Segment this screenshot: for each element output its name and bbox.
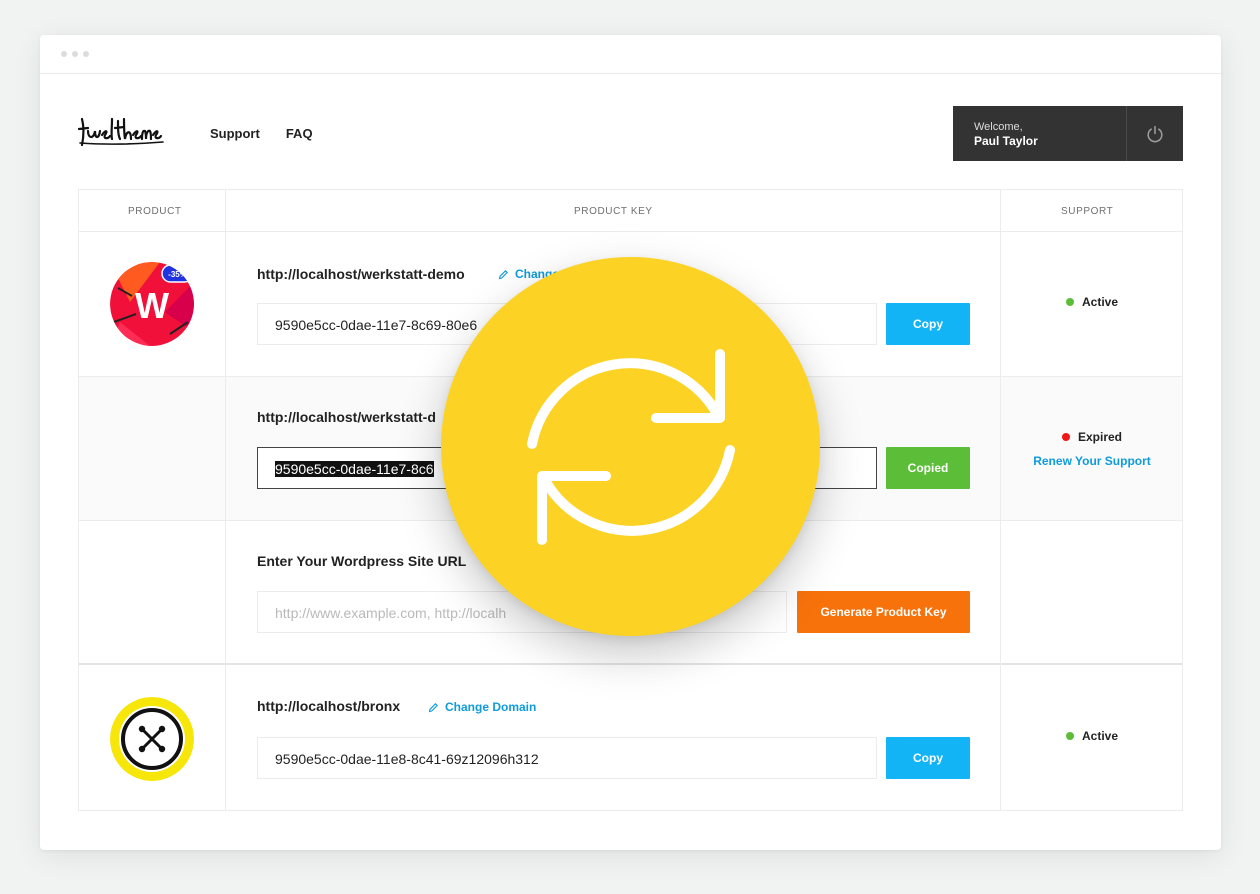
copy-button[interactable]: Copy <box>886 737 970 779</box>
pencil-icon <box>428 702 438 712</box>
fuel-themes-logo[interactable] <box>78 115 164 147</box>
column-divider <box>1000 190 1001 810</box>
nav-faq-link[interactable]: FAQ <box>286 126 313 141</box>
main-nav: Support FAQ <box>210 126 313 141</box>
support-status: Active <box>1000 729 1184 743</box>
generate-product-key-button[interactable]: Generate Product Key <box>797 591 970 633</box>
product-domain: http://localhost/werkstatt-d <box>257 409 436 425</box>
window-dot <box>72 51 78 57</box>
renew-support-link[interactable]: Renew Your Support <box>1000 454 1184 468</box>
change-domain-link[interactable]: Change Domain <box>428 700 536 714</box>
window-dot <box>83 51 89 57</box>
bronx-product-avatar <box>110 697 194 781</box>
status-label: Active <box>1081 295 1119 309</box>
status-dot <box>1065 298 1074 306</box>
status-label: Active <box>1081 729 1119 743</box>
status-dot <box>1061 433 1070 441</box>
table-row: http://localhost/bronx Change Domain 959… <box>79 666 1182 812</box>
status-dot <box>1065 732 1074 740</box>
pencil-icon <box>498 269 508 279</box>
sync-icon <box>526 348 735 545</box>
user-panel: Welcome, Paul Taylor <box>953 106 1183 161</box>
support-status: Active <box>1000 295 1184 309</box>
logout-button[interactable] <box>1126 106 1183 161</box>
product-key-field[interactable]: 9590e5cc-0dae-11e8-8c41-69z12096h312 <box>257 737 877 779</box>
product-domain: http://localhost/bronx <box>257 698 401 714</box>
change-domain-label: Change Domain <box>445 700 537 714</box>
werkstatt-product-avatar: W -35% <box>110 262 194 346</box>
nav-support-link[interactable]: Support <box>210 126 260 141</box>
column-divider <box>225 190 226 810</box>
window-dot <box>61 51 67 57</box>
header-product-key: PRODUCT KEY <box>574 206 653 217</box>
svg-text:W: W <box>135 285 169 326</box>
discount-badge: -35% <box>168 270 187 279</box>
user-greeting: Welcome, Paul Taylor <box>953 106 1126 161</box>
header-support: SUPPORT <box>1061 206 1114 217</box>
copy-button[interactable]: Copy <box>886 303 970 345</box>
selected-key-text: 9590e5cc-0dae-11e7-8c6 <box>275 461 434 477</box>
user-name: Paul Taylor <box>974 134 1038 148</box>
copied-button[interactable]: Copied <box>886 447 970 489</box>
support-status: Expired <box>1000 430 1184 444</box>
status-label: Expired <box>1077 430 1122 444</box>
site-url-prompt: Enter Your Wordpress Site URL <box>257 553 467 569</box>
header-product: PRODUCT <box>128 206 182 217</box>
window-titlebar <box>40 35 1221 74</box>
sync-overlay <box>441 257 820 636</box>
power-icon <box>1147 125 1163 142</box>
table-header: PRODUCT PRODUCT KEY SUPPORT <box>79 190 1182 232</box>
welcome-label: Welcome, <box>974 121 1023 133</box>
product-domain: http://localhost/werkstatt-demo <box>257 266 465 282</box>
